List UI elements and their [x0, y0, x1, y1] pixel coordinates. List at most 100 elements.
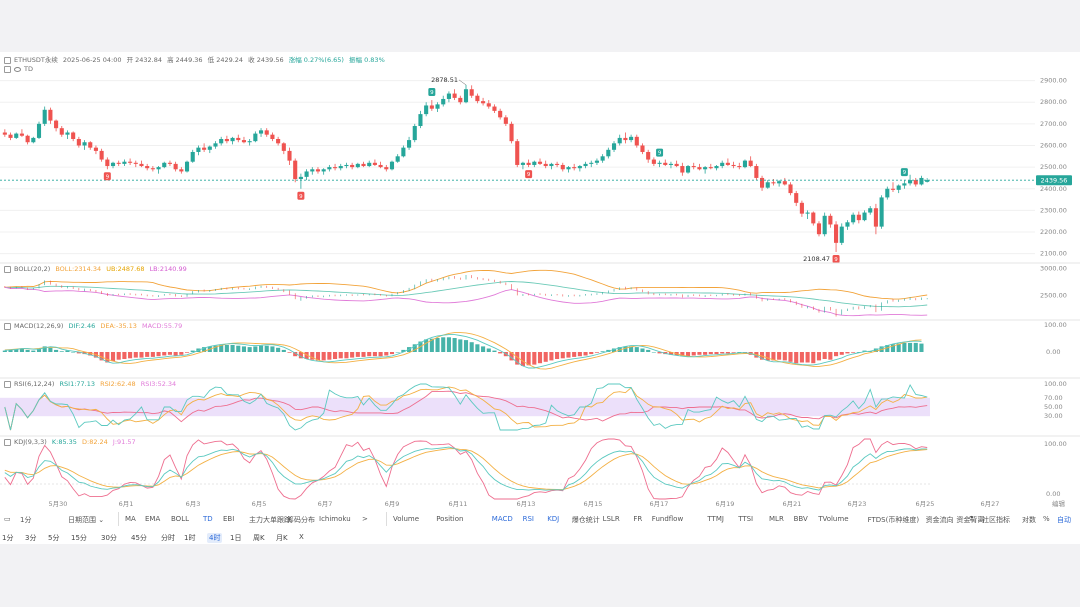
timeframe-15分[interactable]: 15分: [71, 533, 87, 543]
sub-indicator-ttsi[interactable]: TTSI: [738, 515, 753, 523]
date-tick: 6月7: [318, 500, 333, 508]
td-mark-label: 9: [658, 151, 662, 157]
candle-body: [782, 181, 787, 185]
sub-indicator-ttmj[interactable]: TTMJ: [707, 515, 724, 523]
candle-body: [315, 169, 321, 172]
candle-body: [133, 162, 138, 164]
community-icon[interactable]: ⚗: [968, 515, 974, 523]
sub-indicator-volume[interactable]: Volume: [393, 515, 419, 523]
candle-body: [321, 169, 326, 172]
sub-indicator-bbv[interactable]: BBV: [794, 515, 808, 523]
log-scale[interactable]: 对数: [1022, 515, 1036, 525]
period-select[interactable]: 日期范围 ⌄: [68, 515, 104, 525]
main-indicator-ema[interactable]: EMA: [145, 515, 160, 523]
macd-bar: [247, 347, 252, 352]
macd-bar: [452, 338, 457, 352]
sub-indicator-tvolume[interactable]: TVolume: [818, 515, 848, 523]
price-chart[interactable]: 2900.00 2800.00 2700.00 2600.00 2500.00 2400.…: [0, 52, 1080, 512]
candle-body: [258, 130, 264, 134]
macd-tick: 100.00: [1044, 321, 1067, 329]
candle-body: [310, 169, 315, 172]
macd-bar: [327, 352, 332, 360]
date-tick: 6月3: [186, 500, 201, 508]
macd-bar: [486, 348, 491, 352]
candle-body: [350, 164, 355, 168]
candle-body: [913, 180, 918, 185]
chart-type-icon[interactable]: ▭: [4, 515, 11, 523]
sub-indicator-ftds[interactable]: FTDS(币种维度): [868, 515, 919, 525]
date-tick: 6月25: [916, 500, 935, 508]
candle-body: [583, 163, 588, 167]
sub-indicator-fr[interactable]: FR: [633, 515, 642, 523]
candle-body: [509, 123, 514, 142]
sub-indicator-[interactable]: 资金流向: [926, 515, 954, 525]
candle-body: [139, 163, 144, 167]
macd-bar: [589, 352, 594, 355]
candle-body: [469, 89, 474, 96]
sub-indicator-rsi[interactable]: RSI: [523, 515, 534, 523]
candle-body: [657, 162, 662, 164]
rsi-tick: 70.00: [1044, 394, 1063, 402]
sub-indicator-mlr[interactable]: MLR: [769, 515, 784, 523]
timeframe-1日[interactable]: 1日: [230, 533, 241, 543]
main-indicator-boll[interactable]: BOLL: [171, 515, 189, 523]
candle-body: [389, 161, 395, 170]
candle-body: [759, 177, 765, 188]
candle-body: [697, 167, 702, 170]
timeframe-3分[interactable]: 3分: [25, 533, 36, 543]
candle-body: [685, 166, 691, 173]
macd-bar: [184, 352, 190, 353]
candle-body: [184, 161, 190, 172]
candle-body: [122, 161, 127, 164]
candle-body: [412, 126, 417, 141]
macd-bar: [520, 352, 525, 366]
sub-indicator-[interactable]: 爆仓统计: [572, 515, 600, 525]
candle-body: [2, 132, 7, 135]
kdj-tick: 100.00: [1044, 440, 1067, 448]
macd-bar: [350, 352, 355, 358]
timeframe-分时[interactable]: 分时: [161, 533, 175, 543]
timeframe-1时[interactable]: 1时: [184, 533, 195, 543]
timeframe-月K[interactable]: 月K: [276, 533, 288, 543]
macd-bar: [572, 352, 577, 357]
main-indicator-ma[interactable]: MA: [125, 515, 136, 523]
macd-bar: [133, 352, 138, 358]
timeframe-5分[interactable]: 5分: [48, 533, 59, 543]
sub-indicator-fundflow[interactable]: Fundflow: [652, 515, 683, 523]
more-main-indicators[interactable]: >: [362, 515, 368, 523]
candle-body: [475, 95, 480, 102]
macd-bar: [703, 352, 708, 355]
timeframe-1分[interactable]: 1分: [2, 533, 13, 543]
auto-scale[interactable]: 自动: [1057, 515, 1071, 525]
macd-bar: [458, 339, 463, 352]
macd-bar: [162, 352, 167, 356]
macd-bar: [378, 352, 383, 357]
price-tick: 2700.00: [1040, 120, 1067, 128]
percent-scale[interactable]: %: [1043, 515, 1050, 523]
main-indicator-ebi[interactable]: EBI: [223, 515, 234, 523]
candle-body: [99, 150, 104, 160]
timeframe-4时[interactable]: 4时: [207, 533, 223, 543]
sub-indicator-lslr[interactable]: LSLR: [603, 515, 620, 523]
macd-bar: [338, 352, 343, 359]
timeframe-45分[interactable]: 45分: [131, 533, 147, 543]
macd-bar: [714, 352, 719, 355]
main-indicator-主力大单跟踪[interactable]: 主力大单跟踪: [249, 515, 291, 525]
main-indicator-ichimoku[interactable]: Ichimoku: [319, 515, 351, 523]
sub-indicator-macd[interactable]: MACD: [492, 515, 513, 523]
interval-select[interactable]: 1分: [20, 515, 31, 525]
candle-body: [788, 184, 793, 194]
timeframe-30分[interactable]: 30分: [101, 533, 117, 543]
timeframe-X[interactable]: X: [299, 533, 304, 541]
sub-indicator-position[interactable]: Position: [436, 515, 463, 523]
candle-body: [623, 137, 628, 141]
macd-bar: [361, 352, 366, 357]
sub-indicator-kdj[interactable]: KDJ: [547, 515, 559, 523]
community-indicators[interactable]: 社区指标: [982, 515, 1010, 525]
candle-body: [572, 167, 577, 169]
candle-body: [703, 167, 708, 170]
main-indicator-td[interactable]: TD: [203, 515, 213, 523]
candle-body: [532, 161, 537, 165]
main-indicator-筹码分布[interactable]: 筹码分布: [287, 515, 315, 525]
timeframe-周K[interactable]: 周K: [253, 533, 265, 543]
